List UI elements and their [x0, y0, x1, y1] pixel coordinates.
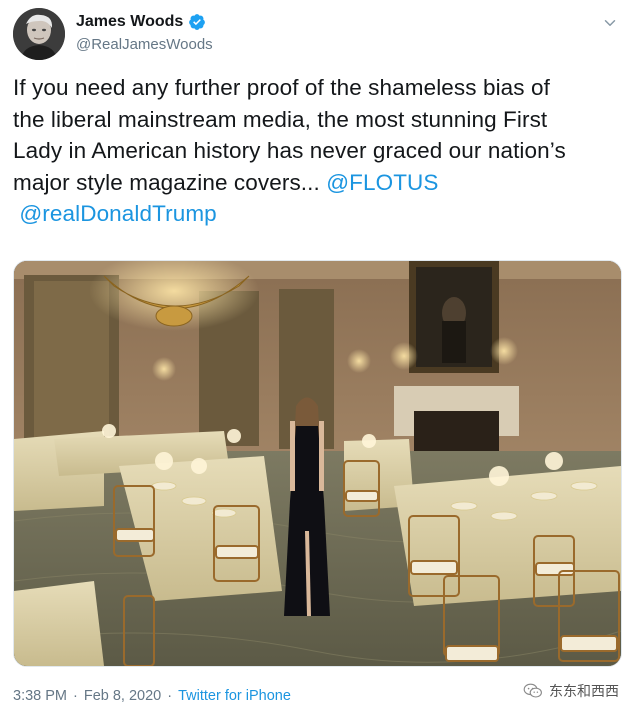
mention-link-realdonaldtrump[interactable]: @realDonaldTrump: [19, 201, 216, 226]
mention-link-flotus[interactable]: @FLOTUS: [326, 170, 438, 195]
tweet-photo[interactable]: [13, 260, 622, 667]
tweet-text-segment: the liberal mainstream media, the most s…: [13, 106, 548, 132]
chevron-down-icon[interactable]: [601, 14, 619, 32]
watermark-text: 东东和西西: [549, 684, 619, 700]
tweet-card: James Woods @RealJamesWoods If you need …: [0, 0, 633, 717]
tweet-text-segment: If you need any further proof of the sha…: [13, 75, 550, 100]
tweet-source-link[interactable]: Twitter for iPhone: [178, 688, 291, 704]
author-display-name[interactable]: James Woods: [76, 13, 183, 31]
avatar[interactable]: [13, 8, 65, 60]
wechat-logo-icon: [523, 683, 542, 698]
tweet-time[interactable]: 3:38 PM: [13, 688, 67, 704]
tweet-text: If you need any further proof of the sha…: [13, 72, 618, 230]
tweet-text-line: Lady in American history has never grace…: [13, 135, 618, 167]
tweet-text-line: If you need any further proof of the sha…: [13, 72, 618, 104]
verified-badge-icon: [189, 14, 206, 30]
tweet-text-line: the liberal mainstream media, the most s…: [13, 104, 618, 136]
watermark: 东东和西西: [523, 681, 619, 701]
tweet-text-line: major style magazine covers... @FLOTUS: [13, 167, 618, 199]
tweet-text-line: @realDonaldTrump: [13, 198, 618, 230]
tweet-meta: 3:38 PM · Feb 8, 2020 · Twitter for iPho…: [13, 688, 291, 704]
meta-separator: ·: [167, 688, 173, 704]
avatar-portrait: [13, 8, 65, 60]
meta-separator: ·: [73, 688, 78, 704]
author-name-row[interactable]: James Woods: [76, 13, 206, 31]
tweet-date[interactable]: Feb 8, 2020: [84, 688, 161, 704]
state-dining-room-photo: [14, 261, 621, 666]
tweet-text-segment: Lady in American history has never grace…: [13, 138, 566, 163]
standing-figure: [284, 397, 330, 616]
author-handle[interactable]: @RealJamesWoods: [76, 36, 213, 53]
tweet-text-segment: major style magazine covers...: [13, 169, 327, 195]
